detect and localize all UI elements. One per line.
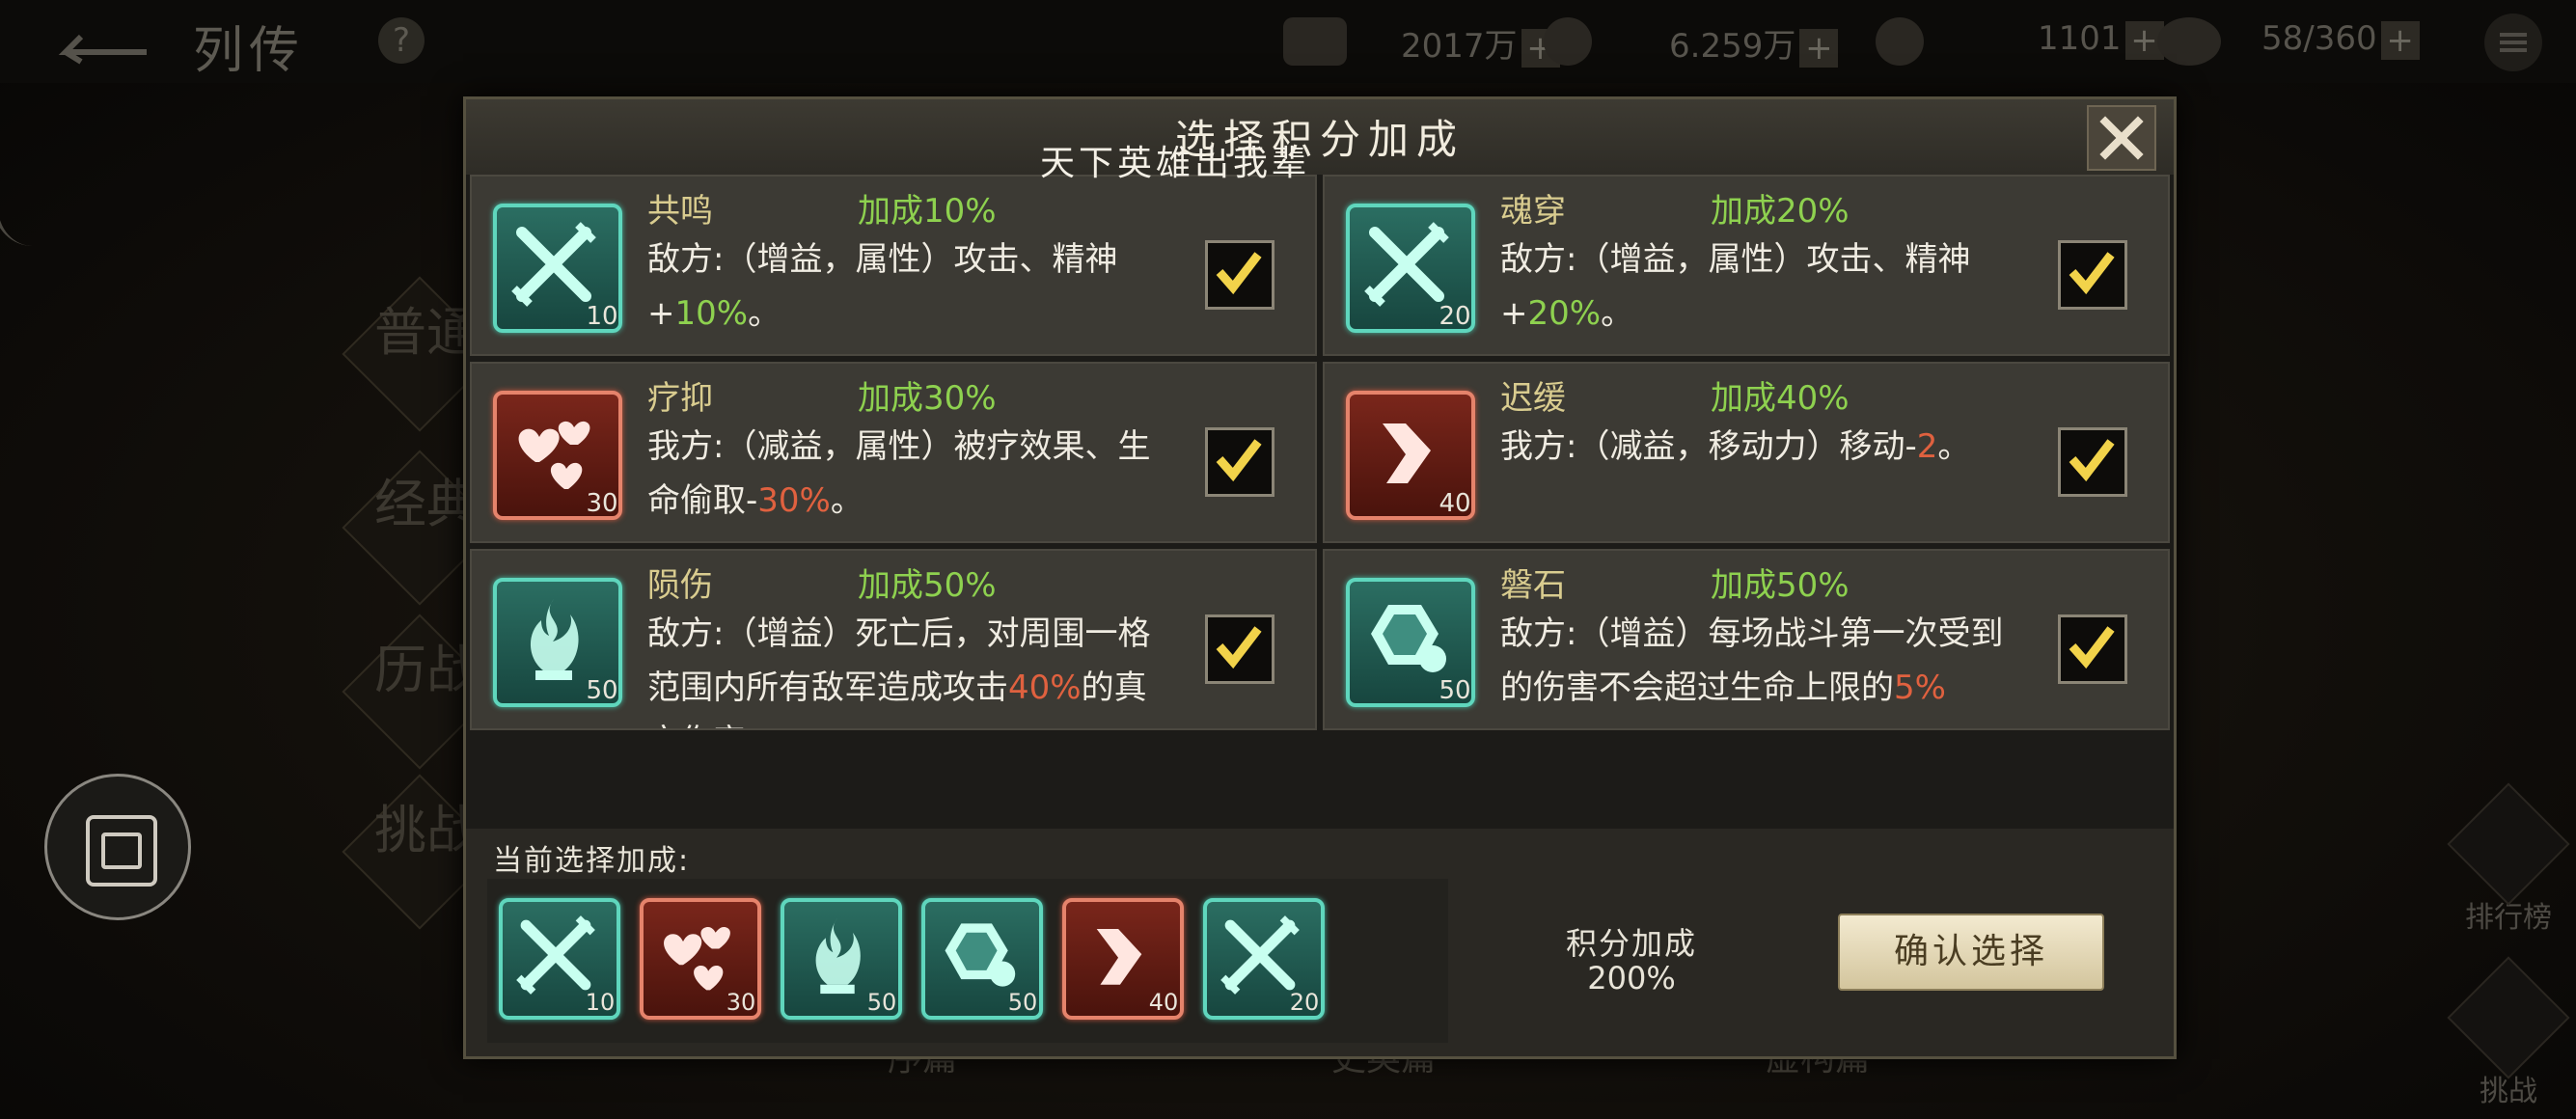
level-badge: 30 <box>586 489 618 518</box>
dialog-header: 选择积分加成 <box>466 99 2174 177</box>
bonus-card[interactable]: 50 陨伤 加成50% 敌方:（增益）死亡后，对周围一格范围内所有敌军造成攻击4… <box>470 549 1317 730</box>
floating-assistant-button[interactable] <box>44 774 191 920</box>
stamina-icon <box>2157 17 2221 66</box>
boot-icon: 40 <box>1346 391 1475 520</box>
confirm-button[interactable]: 确认选择 <box>1838 914 2104 991</box>
level-badge: 10 <box>585 989 616 1016</box>
level-badge: 50 <box>866 989 897 1016</box>
troop-token-icon <box>1283 17 1347 66</box>
hearts-icon[interactable]: 30 <box>640 898 761 1020</box>
swords-icon: 10 <box>493 204 622 333</box>
resource-silver: 2017万 + <box>1401 19 1560 68</box>
select-checkbox[interactable] <box>1205 427 1274 497</box>
current-selection-label: 当前选择加成: <box>493 844 691 878</box>
bonus-select-dialog: 选择积分加成 10 共鸣 加成10% 敌方:（增益，属性）攻击、精神+10%。 … <box>463 96 2177 1059</box>
current-selection-strip: 10 30 50 50 40 20 <box>487 879 1448 1043</box>
shield-icon[interactable]: 50 <box>921 898 1043 1020</box>
score-bonus-label: 积分加成 <box>1565 925 1697 962</box>
bonus-name: 疗抑 <box>647 379 713 418</box>
bonus-card[interactable]: 30 疗抑 加成30% 我方:（减益，属性）被疗效果、生命偷取-30%。 <box>470 362 1317 543</box>
swords-icon: 20 <box>1346 204 1475 333</box>
cube-icon <box>86 815 157 887</box>
boot-icon[interactable]: 40 <box>1062 898 1184 1020</box>
bonus-percent: 加成30% <box>858 379 997 418</box>
level-badge: 40 <box>1439 489 1471 518</box>
bonus-percent: 加成10% <box>858 192 997 231</box>
shield-icon: 50 <box>1346 578 1475 707</box>
check-icon <box>2069 439 2115 482</box>
bonus-percent: 加成40% <box>1711 379 1850 418</box>
jade-icon <box>1876 17 1924 66</box>
dialog-title: 选择积分加成 <box>1174 116 1465 163</box>
select-checkbox[interactable] <box>2058 614 2127 684</box>
swords-icon[interactable]: 20 <box>1203 898 1325 1020</box>
close-icon[interactable] <box>2087 105 2156 171</box>
bonus-description: 我方:（减益，移动力）移动-2。 <box>1500 427 1971 466</box>
ghost-flame-icon: 50 <box>493 578 622 707</box>
bonus-percent: 加成20% <box>1711 192 1850 231</box>
check-icon <box>1216 252 1262 295</box>
bonus-name: 共鸣 <box>647 192 713 231</box>
help-icon[interactable]: ? <box>378 17 425 64</box>
bonus-percent: 加成50% <box>858 566 997 605</box>
level-badge: 30 <box>726 989 756 1016</box>
bonus-description: 敌方:（增益，属性）攻击、精神+20%。 <box>1500 240 1971 333</box>
bonus-name: 磐石 <box>1500 566 1566 605</box>
resource-value: 6.259万 <box>1669 27 1796 66</box>
bonus-name: 陨伤 <box>647 566 713 605</box>
bonus-card-list[interactable]: 10 共鸣 加成10% 敌方:（增益，属性）攻击、精神+10%。 20 魂穿 加… <box>466 175 2174 829</box>
back-arrow-icon[interactable] <box>39 17 154 66</box>
level-badge: 10 <box>586 302 618 331</box>
check-icon <box>1216 439 1262 482</box>
resource-value: 1101 <box>2038 19 2122 58</box>
bonus-card[interactable]: 50 磐石 加成50% 敌方:（增益）每场战斗第一次受到的伤害不会超过生命上限的… <box>1323 549 2170 730</box>
challenge-icon[interactable] <box>2447 956 2570 1079</box>
level-badge: 50 <box>1007 989 1038 1016</box>
select-checkbox[interactable] <box>2058 240 2127 310</box>
bonus-card[interactable]: 40 迟缓 加成40% 我方:（减益，移动力）移动-2。 <box>1323 362 2170 543</box>
check-icon <box>2069 252 2115 295</box>
page-title: 列传 <box>193 22 306 80</box>
check-icon <box>1216 626 1262 669</box>
resource-gold: 1101 + <box>2038 19 2164 64</box>
level-badge: 20 <box>1439 302 1471 331</box>
select-checkbox[interactable] <box>1205 240 1274 310</box>
resource-value: 2017万 <box>1401 27 1518 66</box>
resource-coin: 6.259万 + <box>1669 19 1839 68</box>
bonus-name: 魂穿 <box>1500 192 1566 231</box>
bonus-percent: 加成50% <box>1711 566 1850 605</box>
level-badge: 50 <box>586 676 618 705</box>
select-checkbox[interactable] <box>2058 427 2127 497</box>
bonus-description: 敌方:（增益）死亡后，对周围一格范围内所有敌军造成攻击40%的真实伤害 <box>647 614 1151 728</box>
bonus-description: 我方:（减益，属性）被疗效果、生命偷取-30%。 <box>647 427 1151 520</box>
add-stamina-button[interactable]: + <box>2380 20 2420 60</box>
bonus-name: 迟缓 <box>1500 379 1566 418</box>
banner-text: 天下英雄出我辈 <box>1040 144 1311 183</box>
ghost-flame-icon[interactable]: 50 <box>781 898 902 1020</box>
bonus-description: 敌方:（增益）每场战斗第一次受到的伤害不会超过生命上限的5% <box>1500 614 2004 707</box>
level-badge: 40 <box>1148 989 1179 1016</box>
level-badge: 20 <box>1289 989 1320 1016</box>
level-badge: 50 <box>1439 676 1471 705</box>
top-bar: 列传 ? 2017万 + 6.259万 + 1101 + 58/360 + <box>0 0 2576 83</box>
swords-icon[interactable]: 10 <box>499 898 620 1020</box>
bonus-card[interactable]: 10 共鸣 加成10% 敌方:（增益，属性）攻击、精神+10%。 <box>470 175 1317 356</box>
ranking-icon[interactable] <box>2447 782 2570 906</box>
coin-icon <box>1544 17 1592 66</box>
score-bonus-value: 200% <box>1587 960 1676 996</box>
check-icon <box>2069 626 2115 669</box>
add-coin-button[interactable]: + <box>1799 28 1839 68</box>
resource-stamina: 58/360 + <box>2261 19 2420 64</box>
bonus-card[interactable]: 20 魂穿 加成20% 敌方:（增益，属性）攻击、精神+20%。 <box>1323 175 2170 356</box>
menu-icon[interactable] <box>2484 14 2542 71</box>
hearts-icon: 30 <box>493 391 622 520</box>
select-checkbox[interactable] <box>1205 614 1274 684</box>
resource-value: 58/360 <box>2261 19 2377 58</box>
bonus-description: 敌方:（增益，属性）攻击、精神+10%。 <box>647 240 1118 333</box>
right-side-menu: 排行榜 挑战 <box>2447 782 2570 1109</box>
